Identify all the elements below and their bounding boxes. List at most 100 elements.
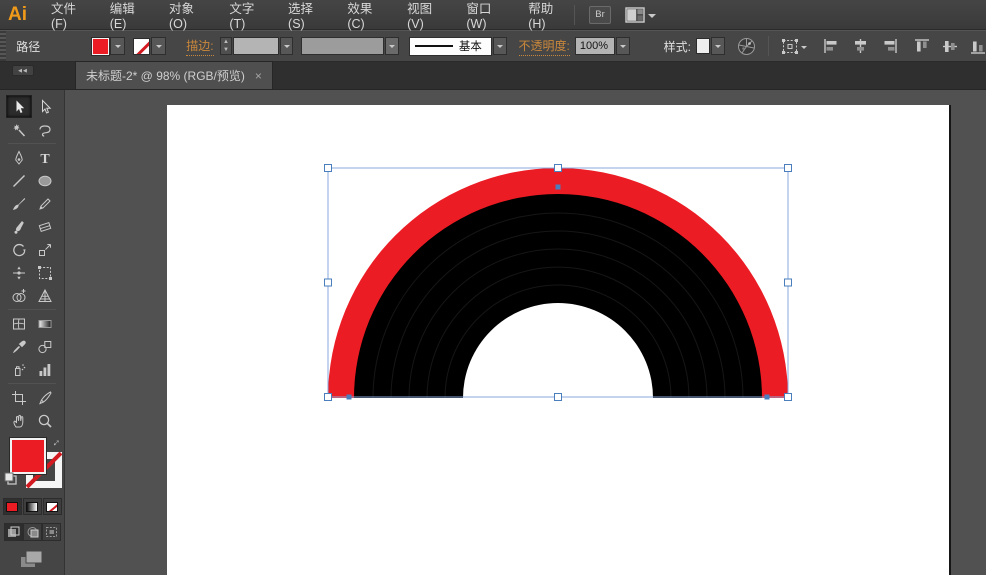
hand-tool[interactable] — [6, 409, 32, 432]
draw-normal-button[interactable] — [4, 523, 23, 541]
recolor-artwork-button[interactable] — [737, 37, 756, 56]
align-vertical-bottom-button[interactable] — [970, 38, 986, 55]
slice-tool[interactable] — [32, 386, 58, 409]
opacity-panel-link[interactable]: 不透明度: — [519, 37, 570, 56]
selection-handle[interactable] — [325, 279, 332, 286]
variable-width-profile-select[interactable] — [301, 37, 384, 55]
selection-handle[interactable] — [785, 165, 792, 172]
hand-tool-icon — [11, 413, 27, 429]
fill-color-dropdown[interactable] — [110, 37, 125, 55]
variable-width-dropdown[interactable] — [385, 37, 399, 55]
mesh-tool[interactable] — [6, 312, 32, 335]
pencil-tool[interactable] — [32, 192, 58, 215]
color-button[interactable] — [3, 498, 22, 515]
scale-tool[interactable] — [32, 238, 58, 261]
anchor-point[interactable] — [765, 395, 770, 400]
selection-handle[interactable] — [555, 165, 562, 172]
collapse-tools-button[interactable]: ◀◀ — [12, 65, 34, 76]
menu-item-6[interactable]: 视图(V) — [393, 0, 452, 29]
anchor-point[interactable] — [556, 185, 561, 190]
draw-behind-button[interactable] — [23, 523, 42, 541]
lasso-tool[interactable] — [32, 118, 58, 141]
column-graph-tool[interactable] — [32, 358, 58, 381]
type-tool[interactable]: T — [32, 146, 58, 169]
symbol-sprayer-tool[interactable] — [6, 358, 32, 381]
document-tab[interactable]: 未标题-2* @ 98% (RGB/预览) × — [75, 61, 273, 89]
close-icon[interactable]: × — [255, 69, 262, 83]
perspective-grid-tool[interactable] — [32, 284, 58, 307]
shape-builder-tool[interactable] — [6, 284, 32, 307]
free-transform-tool[interactable] — [32, 261, 58, 284]
none-button[interactable] — [43, 498, 62, 515]
magic-wand-tool-icon — [11, 122, 27, 138]
align-horizontal-left-button[interactable] — [823, 38, 840, 54]
stroke-color-dropdown[interactable] — [151, 37, 166, 55]
ellipse-tool[interactable] — [32, 169, 58, 192]
default-fill-stroke-icon[interactable] — [4, 472, 18, 490]
zoom-tool[interactable] — [32, 409, 58, 432]
zoom-tool-icon — [37, 413, 53, 429]
screen-mode-button[interactable] — [19, 549, 45, 574]
app-logo: Ai — [0, 4, 37, 26]
workspace-switcher-button[interactable] — [625, 7, 656, 23]
artboard-tool[interactable] — [6, 386, 32, 409]
width-tool[interactable] — [6, 261, 32, 284]
selection-handle[interactable] — [785, 279, 792, 286]
selection-tool[interactable] — [6, 95, 32, 118]
opacity-input[interactable]: 100% — [575, 37, 615, 55]
stroke-color-swatch[interactable] — [133, 38, 150, 55]
paint-style-buttons — [3, 498, 62, 515]
menu-item-5[interactable]: 效果(C) — [333, 0, 393, 29]
menu-item-1[interactable]: 编辑(E) — [96, 0, 155, 29]
selection-handle[interactable] — [555, 394, 562, 401]
stroke-weight-stepper[interactable]: ▲▼ — [220, 37, 233, 55]
fill-color-swatch[interactable] — [92, 38, 109, 55]
opacity-dropdown[interactable] — [616, 37, 630, 55]
selection-handle[interactable] — [325, 165, 332, 172]
brush-definition-dropdown[interactable] — [493, 37, 507, 55]
swap-fill-stroke-icon[interactable]: ↔ — [47, 434, 63, 450]
menu-item-0[interactable]: 文件(F) — [37, 0, 96, 29]
graphic-style-dropdown[interactable] — [711, 37, 725, 55]
align-vertical-center-button[interactable] — [942, 38, 958, 55]
gradient-tool[interactable] — [32, 312, 58, 335]
selection-handle[interactable] — [325, 394, 332, 401]
rotate-tool[interactable] — [6, 238, 32, 261]
blob-brush-tool[interactable] — [6, 215, 32, 238]
align-horizontal-center-button[interactable] — [852, 38, 869, 54]
align-horizontal-right-button[interactable] — [881, 38, 898, 54]
magic-wand-tool[interactable] — [6, 118, 32, 141]
bridge-button[interactable]: Br — [589, 6, 611, 24]
menu-item-8[interactable]: 帮助(H) — [514, 0, 574, 29]
paintbrush-tool[interactable] — [6, 192, 32, 215]
controlbar-grip[interactable] — [0, 31, 6, 61]
canvas-area[interactable] — [65, 90, 986, 575]
draw-inside-button[interactable] — [42, 523, 61, 541]
menu-item-2[interactable]: 对象(O) — [155, 0, 215, 29]
line-segment-tool[interactable] — [6, 169, 32, 192]
transform-reference-button[interactable] — [781, 38, 807, 55]
stroke-weight-dropdown[interactable] — [280, 37, 294, 55]
direct-selection-tool[interactable] — [32, 95, 58, 118]
stroke-weight-input[interactable] — [233, 37, 279, 55]
pen-tool[interactable] — [6, 146, 32, 169]
artwork-layer[interactable] — [65, 90, 986, 575]
gradient-button[interactable] — [23, 498, 42, 515]
rotate-tool-icon — [11, 242, 27, 258]
eraser-tool[interactable] — [32, 215, 58, 238]
gradient-icon — [26, 502, 38, 512]
menu-item-4[interactable]: 选择(S) — [274, 0, 333, 29]
controlbar-separator — [768, 36, 769, 56]
align-vertical-top-button[interactable] — [914, 38, 930, 55]
graphic-style-swatch[interactable] — [696, 38, 710, 54]
selection-handle[interactable] — [785, 394, 792, 401]
menu-item-3[interactable]: 文字(T) — [215, 0, 274, 29]
anchor-point[interactable] — [347, 395, 352, 400]
blend-tool[interactable] — [32, 335, 58, 358]
menu-item-7[interactable]: 窗口(W) — [452, 0, 514, 29]
stroke-panel-link[interactable]: 描边: — [186, 37, 213, 56]
brush-definition-select[interactable]: 基本 — [409, 37, 492, 56]
fill-swatch[interactable] — [10, 438, 46, 474]
eyedropper-tool[interactable] — [6, 335, 32, 358]
color-icon — [6, 502, 18, 512]
